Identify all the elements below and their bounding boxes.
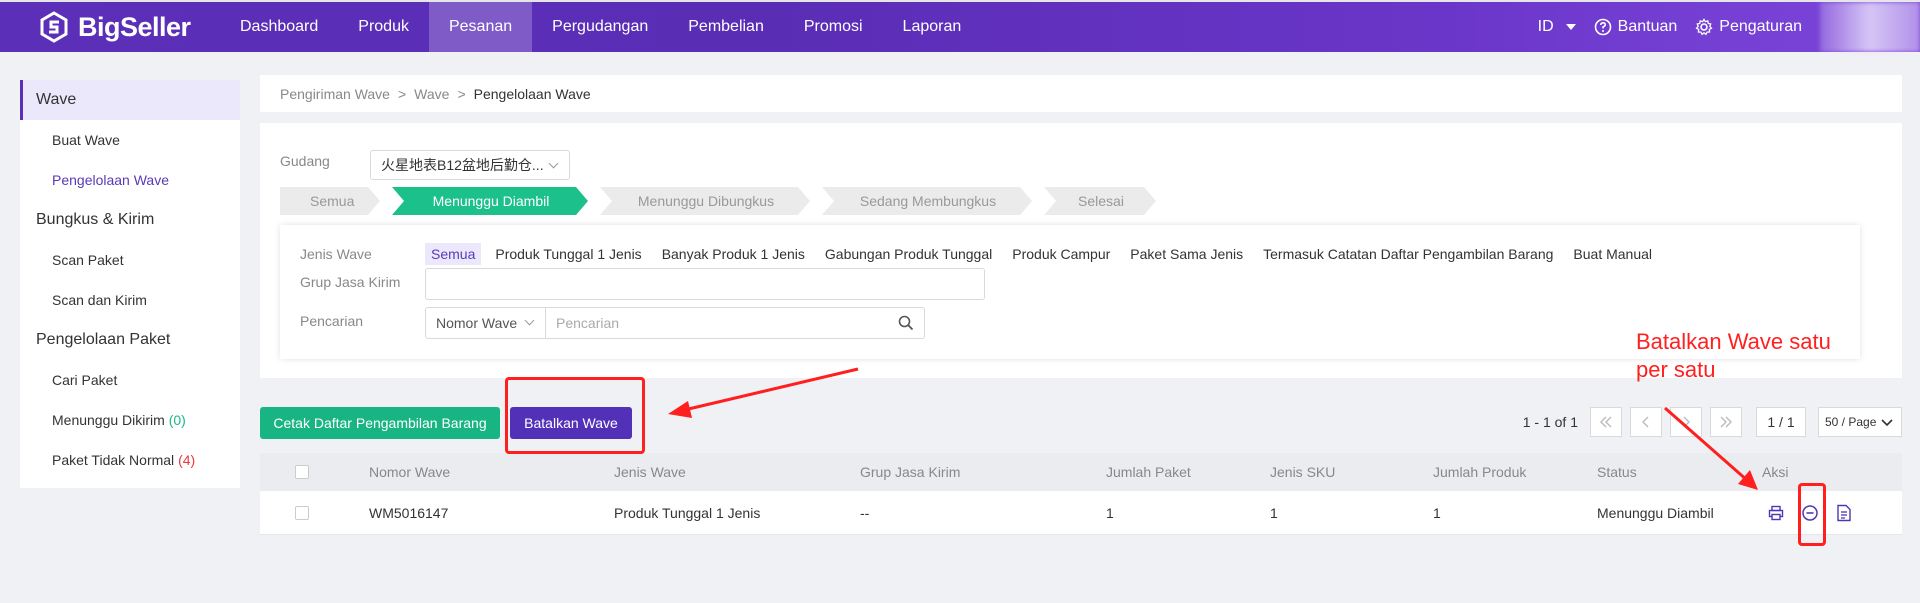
annotation-arrowhead [668,401,692,418]
annotation-arrows [668,367,1758,490]
annotation-arrow-line [1664,406,1749,483]
annotation-arrow-line [679,367,859,413]
